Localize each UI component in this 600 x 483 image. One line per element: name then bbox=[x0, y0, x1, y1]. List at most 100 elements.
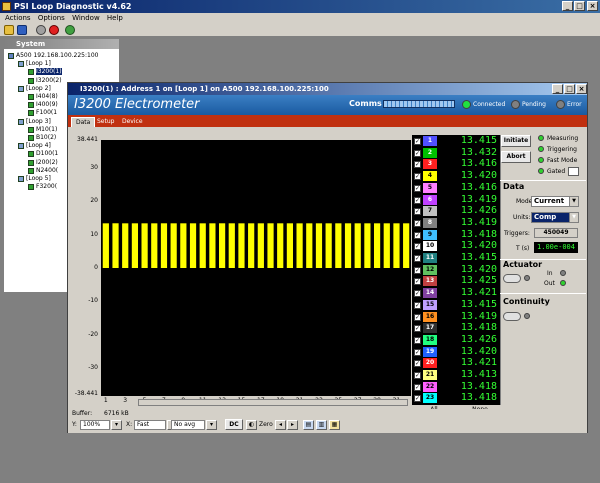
zero-icon[interactable]: ◐ bbox=[246, 420, 257, 430]
channel-checkbox[interactable]: ✓ bbox=[414, 184, 421, 192]
stop-icon[interactable] bbox=[36, 25, 46, 35]
tree-item[interactable]: [Loop 2] bbox=[18, 85, 51, 93]
win-maximize-button[interactable]: □ bbox=[564, 84, 575, 94]
channel-checkbox[interactable]: ✓ bbox=[414, 325, 421, 333]
zero-label[interactable]: Zero bbox=[259, 421, 273, 428]
channel-row[interactable]: ✓ 12 13.420 bbox=[412, 264, 500, 276]
channel-checkbox[interactable]: ✓ bbox=[414, 290, 421, 298]
channel-checkbox[interactable]: ✓ bbox=[414, 348, 421, 356]
channel-checkbox[interactable]: ✓ bbox=[414, 301, 421, 309]
channel-checkbox[interactable]: ✓ bbox=[414, 255, 421, 262]
abort-button[interactable]: Abort bbox=[501, 151, 531, 163]
x-scale-select[interactable]: Fast bbox=[134, 420, 166, 430]
tab-device[interactable]: Device bbox=[118, 117, 147, 127]
scroll-left-icon[interactable]: ◂ bbox=[275, 420, 286, 430]
averaging-select[interactable]: No avg bbox=[171, 420, 205, 430]
channel-row[interactable]: ✓ 1 13.415 bbox=[412, 136, 500, 147]
close-button[interactable]: × bbox=[587, 1, 598, 11]
maximize-button[interactable]: □ bbox=[574, 1, 585, 11]
channel-checkbox[interactable]: ✓ bbox=[414, 278, 421, 286]
channel-row[interactable]: ✓ 8 13.419 bbox=[412, 217, 500, 229]
channel-row[interactable]: ✓ 15 13.415 bbox=[412, 299, 500, 311]
channel-row[interactable]: ✓ 23 13.418 bbox=[412, 393, 500, 404]
tree-item[interactable]: F100(1 bbox=[28, 109, 57, 117]
channel-checkbox[interactable]: ✓ bbox=[414, 149, 421, 157]
y-scale-dropdown-icon[interactable]: ▾ bbox=[111, 420, 122, 430]
channel-row[interactable]: ✓ 11 13.415 bbox=[412, 253, 500, 264]
channel-row[interactable]: ✓ 21 13.413 bbox=[412, 370, 500, 381]
channel-checkbox[interactable]: ✓ bbox=[414, 231, 421, 239]
refresh-icon[interactable] bbox=[65, 25, 75, 35]
y-scale-select[interactable]: 100% bbox=[80, 420, 110, 430]
channel-checkbox[interactable]: ✓ bbox=[414, 161, 421, 169]
units-select[interactable]: Comp ▼ bbox=[531, 212, 579, 223]
channel-checkbox[interactable]: ✓ bbox=[414, 219, 421, 227]
open-icon[interactable] bbox=[4, 25, 14, 35]
scroll-right-icon[interactable]: ▸ bbox=[287, 420, 298, 430]
channel-checkbox[interactable]: ✓ bbox=[414, 243, 421, 251]
menu-window[interactable]: Window bbox=[72, 14, 100, 22]
dc-button[interactable]: DC bbox=[225, 419, 243, 430]
channel-row[interactable]: ✓ 5 13.416 bbox=[412, 182, 500, 194]
channel-checkbox[interactable]: ✓ bbox=[414, 196, 421, 204]
tree-item[interactable]: I404(8) bbox=[28, 93, 58, 101]
horizontal-scrollbar[interactable] bbox=[138, 399, 408, 406]
channel-checkbox[interactable]: ✓ bbox=[414, 360, 421, 368]
channel-row[interactable]: ✓ 2 13.432 bbox=[412, 147, 500, 159]
channel-row[interactable]: ✓ 6 13.419 bbox=[412, 194, 500, 206]
channel-checkbox[interactable]: ✓ bbox=[414, 372, 421, 379]
chart-mode-1-icon[interactable]: ▤ bbox=[303, 420, 314, 430]
tree-item[interactable]: I200(2) bbox=[28, 159, 58, 167]
channel-checkbox[interactable]: ✓ bbox=[414, 383, 421, 391]
actuator-button[interactable] bbox=[503, 274, 521, 283]
channel-row[interactable]: ✓ 9 13.418 bbox=[412, 229, 500, 241]
menu-actions[interactable]: Actions bbox=[5, 14, 31, 22]
chart-mode-3-icon[interactable]: ▦ bbox=[329, 420, 340, 430]
channel-row[interactable]: ✓ 16 13.419 bbox=[412, 311, 500, 323]
channel-row[interactable]: ✓ 4 13.420 bbox=[412, 171, 500, 182]
menu-options[interactable]: Options bbox=[38, 14, 65, 22]
tree-item[interactable]: D100(1 bbox=[28, 150, 58, 158]
channel-checkbox[interactable]: ✓ bbox=[414, 138, 421, 145]
channel-row[interactable]: ✓ 13 13.425 bbox=[412, 276, 500, 287]
minimize-button[interactable]: _ bbox=[562, 1, 573, 11]
tree-item[interactable]: I3200(1) bbox=[28, 68, 62, 76]
gated-toggle[interactable] bbox=[568, 167, 579, 176]
tree-item[interactable]: [Loop 3] bbox=[18, 118, 51, 126]
tab-setup[interactable]: Setup bbox=[93, 117, 118, 127]
channel-checkbox[interactable]: ✓ bbox=[414, 208, 421, 216]
channel-checkbox[interactable]: ✓ bbox=[414, 395, 421, 403]
channel-scrollbar[interactable] bbox=[500, 135, 508, 405]
initiate-button[interactable]: Initiate bbox=[501, 135, 531, 147]
channel-row[interactable]: ✓ 18 13.426 bbox=[412, 334, 500, 346]
channel-row[interactable]: ✓ 7 13.426 bbox=[412, 206, 500, 217]
channel-row[interactable]: ✓ 14 13.421 bbox=[412, 288, 500, 299]
tree-item[interactable]: M10(1) bbox=[28, 126, 57, 134]
tab-data[interactable]: Data bbox=[71, 117, 96, 127]
tree-item[interactable]: I3200(2) bbox=[28, 77, 62, 85]
continuity-button[interactable] bbox=[503, 312, 521, 321]
tree-item[interactable]: [Loop 5] bbox=[18, 175, 51, 183]
tree-item[interactable]: N2400( bbox=[28, 167, 58, 175]
win-close-button[interactable]: × bbox=[576, 84, 587, 94]
win-minimize-button[interactable]: _ bbox=[552, 84, 563, 94]
cancel-icon[interactable] bbox=[49, 25, 59, 35]
channel-row[interactable]: ✓ 20 13.421 bbox=[412, 358, 500, 369]
chart-mode-2-icon[interactable]: ▥ bbox=[316, 420, 327, 430]
menu-help[interactable]: Help bbox=[107, 14, 123, 22]
tree-item[interactable]: F3200( bbox=[28, 183, 57, 191]
channel-row[interactable]: ✓ 19 13.420 bbox=[412, 346, 500, 358]
tree-item[interactable]: [Loop 1] bbox=[18, 60, 51, 68]
channel-checkbox[interactable]: ✓ bbox=[414, 336, 421, 344]
tree-item[interactable]: B10(2) bbox=[28, 134, 56, 142]
tree-item[interactable]: [Loop 4] bbox=[18, 142, 51, 150]
channel-row[interactable]: ✓ 22 13.418 bbox=[412, 381, 500, 393]
tree-item[interactable]: A500 192.168.100.225:100 bbox=[8, 52, 98, 60]
channel-row[interactable]: ✓ 17 13.418 bbox=[412, 323, 500, 334]
channel-checkbox[interactable]: ✓ bbox=[414, 173, 421, 181]
averaging-dropdown-icon[interactable]: ▾ bbox=[206, 420, 217, 430]
channel-row[interactable]: ✓ 10 13.420 bbox=[412, 241, 500, 252]
channel-checkbox[interactable]: ✓ bbox=[414, 266, 421, 274]
save-icon[interactable] bbox=[17, 25, 27, 35]
channel-checkbox[interactable]: ✓ bbox=[414, 313, 421, 321]
